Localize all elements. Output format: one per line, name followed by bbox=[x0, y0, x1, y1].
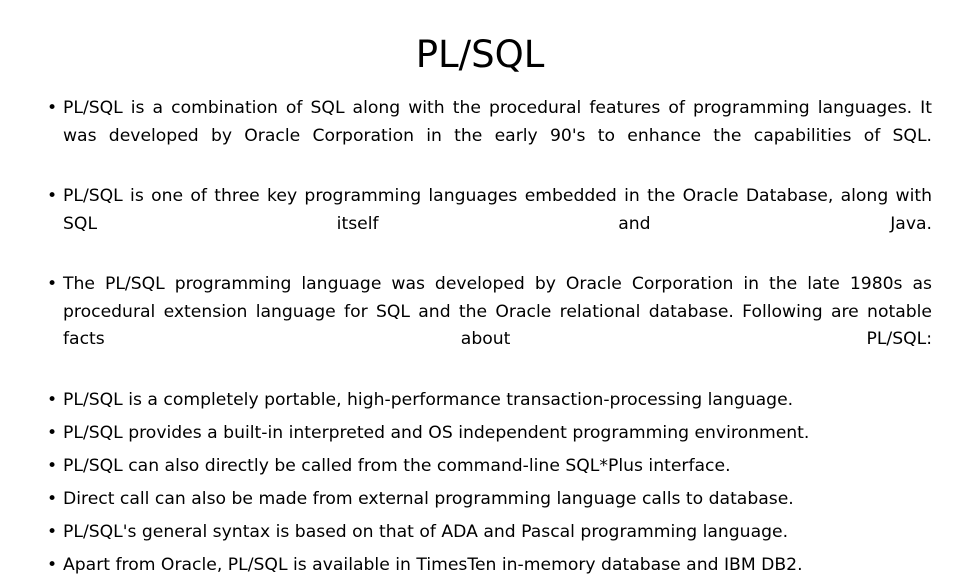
bullet-point-icon: • bbox=[47, 554, 58, 575]
list-item-text: Apart from Oracle, PL/SQL is available i… bbox=[63, 554, 803, 575]
list-item: • PL/SQL is one of three key programming … bbox=[30, 183, 932, 266]
list-item: • PL/SQL is a combination of SQL along wi… bbox=[30, 95, 932, 178]
list-item-text: PL/SQL provides a built-in interpreted a… bbox=[63, 422, 810, 443]
list-item: • PL/SQL can also directly be called from… bbox=[30, 453, 932, 481]
list-item: • Direct call can also be made from exter… bbox=[30, 486, 932, 514]
list-item-text: The PL/SQL programming language was deve… bbox=[63, 274, 932, 349]
slide-canvas: PL/SQL • PL/SQL is a combination of SQL a… bbox=[0, 0, 960, 575]
list-item: • PL/SQL provides a built-in interpreted … bbox=[30, 420, 932, 448]
bullet-point-icon: • bbox=[47, 98, 58, 118]
bullet-point-icon: • bbox=[47, 488, 58, 509]
list-item-text: PL/SQL's general syntax is based on that… bbox=[63, 521, 789, 542]
list-item: • PL/SQL is a completely portable, high-p… bbox=[30, 387, 932, 415]
list-item-text: Direct call can also be made from extern… bbox=[63, 488, 794, 509]
list-item: • The PL/SQL programming language was dev… bbox=[30, 271, 932, 381]
list-item-text: PL/SQL is a completely portable, high-pe… bbox=[63, 389, 794, 410]
bullet-point-icon: • bbox=[47, 186, 58, 206]
bullet-point-icon: • bbox=[47, 274, 58, 294]
bullet-point-icon: • bbox=[47, 455, 58, 476]
list-item: • Apart from Oracle, PL/SQL is available … bbox=[30, 552, 932, 580]
bullet-point-icon: • bbox=[47, 389, 58, 410]
list-item-text: PL/SQL is one of three key programming l… bbox=[63, 186, 932, 234]
list-item: • PL/SQL's general syntax is based on tha… bbox=[30, 519, 932, 547]
list-item-text: PL/SQL can also directly be called from … bbox=[63, 455, 731, 476]
list-item-text: PL/SQL is a combination of SQL along wit… bbox=[63, 98, 932, 146]
bullet-point-icon: • bbox=[47, 521, 58, 542]
bullet-list: • PL/SQL is a combination of SQL along wi… bbox=[30, 95, 932, 585]
page-title: PL/SQL bbox=[415, 33, 545, 76]
bullet-point-icon: • bbox=[47, 422, 58, 443]
